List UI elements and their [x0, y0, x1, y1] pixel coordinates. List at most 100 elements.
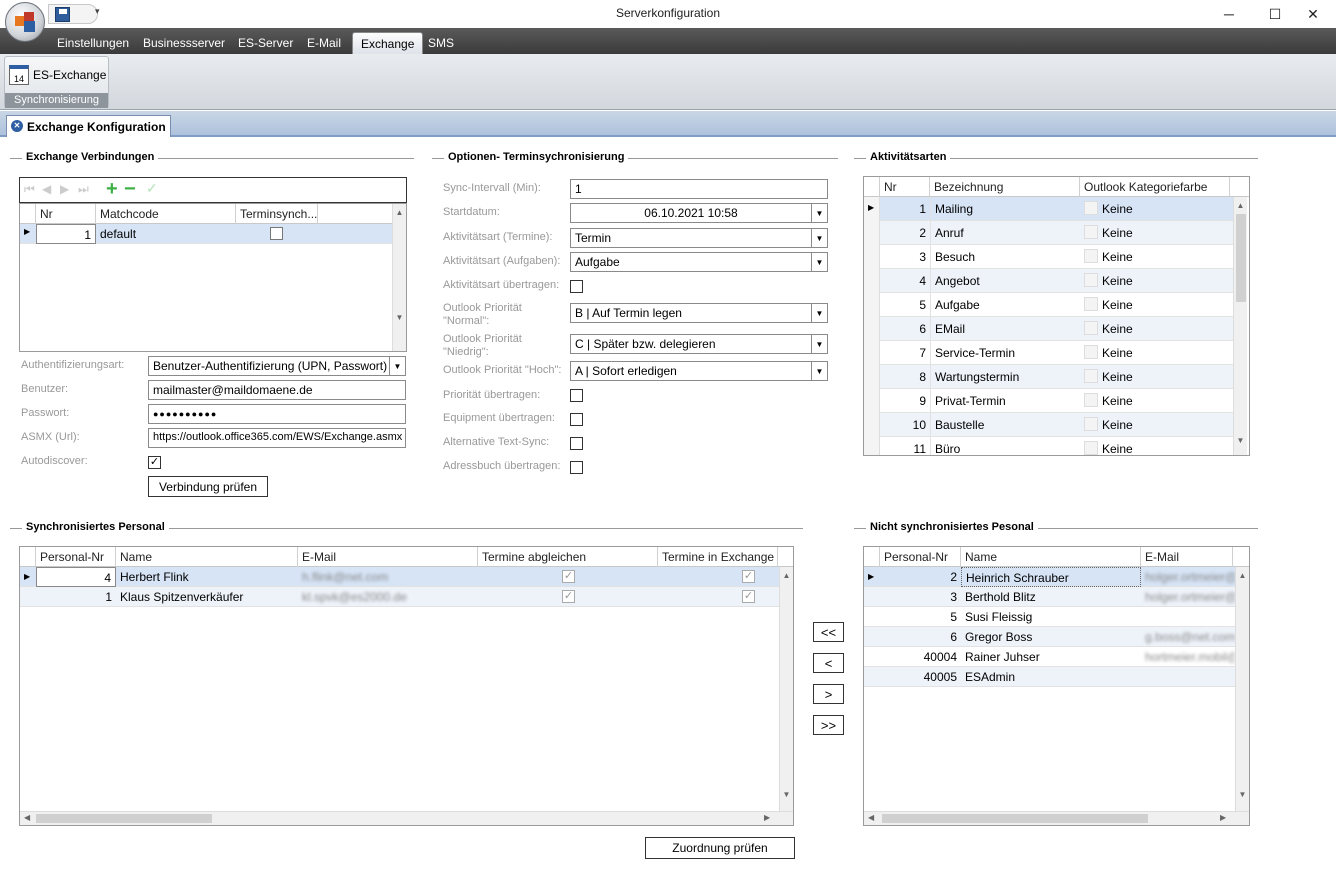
minimize-button[interactable]: ─	[1206, 0, 1252, 28]
verbindung-pruefen-button[interactable]: Verbindung prüfen	[148, 476, 268, 497]
col-personal-nr[interactable]: Personal-Nr	[36, 547, 116, 567]
cell-name[interactable]: Heinrich Schrauber	[961, 567, 1141, 587]
scroll-right-icon[interactable]: ▶	[764, 813, 770, 822]
equipment-checkbox[interactable]	[570, 413, 583, 426]
cell-kategoriefarbe[interactable]: Keine	[1098, 293, 1218, 317]
cell-email[interactable]: kl.spvk@es2000.de	[298, 587, 478, 607]
col-email[interactable]: E-Mail	[298, 547, 478, 567]
color-swatch[interactable]	[1084, 297, 1098, 311]
cell-kategoriefarbe[interactable]: Keine	[1098, 197, 1218, 221]
cell-email[interactable]: holger.ortmeier@e	[1141, 587, 1235, 607]
horizontal-scrollbar[interactable]: ◀ ▶	[20, 811, 793, 825]
table-row[interactable]: 5 Aufgabe Keine	[864, 293, 1233, 317]
table-row[interactable]: ▶ 1 Mailing Keine	[864, 197, 1233, 221]
tab-businessserver[interactable]: Businessserver	[135, 32, 233, 54]
table-row[interactable]: 6 EMail Keine	[864, 317, 1233, 341]
prio-normal-select[interactable]: B | Auf Termin legen ▼	[570, 303, 828, 323]
cell-name[interactable]: Rainer Juhser	[961, 647, 1141, 667]
vertical-scrollbar[interactable]: ▲ ▼	[779, 567, 793, 811]
color-swatch[interactable]	[1084, 249, 1098, 263]
first-record-icon[interactable]: ⏮	[24, 182, 35, 197]
next-record-icon[interactable]: ▶	[60, 182, 69, 196]
chevron-down-icon[interactable]: ▼	[811, 204, 827, 222]
tab-e-mail[interactable]: E-Mail	[299, 32, 349, 54]
prio-niedrig-select[interactable]: C | Später bzw. delegieren ▼	[570, 334, 828, 354]
cell-personal-nr[interactable]: 4	[36, 567, 116, 587]
cell-nr[interactable]: 3	[880, 245, 930, 269]
cell-name[interactable]: ESAdmin	[961, 667, 1141, 687]
cell-personal-nr[interactable]: 2	[880, 567, 961, 587]
table-row[interactable]: 9 Privat-Termin Keine	[864, 389, 1233, 413]
cell-nr[interactable]: 11	[880, 437, 930, 455]
cell-bezeichnung[interactable]: Anruf	[930, 221, 1080, 245]
col-nr[interactable]: Nr	[880, 177, 930, 197]
cell-bezeichnung[interactable]: Mailing	[930, 197, 1080, 221]
add-record-icon[interactable]: +	[106, 178, 118, 201]
cell-loeschen-checkbox[interactable]: ✓	[742, 570, 755, 583]
cell-personal-nr[interactable]: 3	[880, 587, 961, 607]
cell-personal-nr[interactable]: 5	[880, 607, 961, 627]
cell-abgleichen-checkbox[interactable]: ✓	[562, 570, 575, 583]
confirm-record-icon[interactable]: ✓	[146, 180, 158, 197]
chevron-down-icon[interactable]: ▼	[811, 362, 827, 380]
cell-nr[interactable]: 8	[880, 365, 930, 389]
col-name[interactable]: Name	[116, 547, 298, 567]
move-all-left-button[interactable]: <<	[813, 622, 844, 642]
cell-kategoriefarbe[interactable]: Keine	[1098, 413, 1218, 437]
col-bezeichnung[interactable]: Bezeichnung	[930, 177, 1080, 197]
table-row[interactable]: 10 Baustelle Keine	[864, 413, 1233, 437]
application-menu-button[interactable]	[5, 2, 45, 42]
scroll-thumb[interactable]	[1235, 214, 1246, 302]
scroll-up-icon[interactable]: ▲	[1236, 571, 1249, 580]
cell-email[interactable]	[1141, 667, 1235, 687]
cell-matchcode[interactable]: default	[96, 224, 236, 244]
col-termine-abgleichen[interactable]: Termine abgleichen	[478, 547, 658, 567]
table-row[interactable]: ▶ 4 Herbert Flink h.flink@net.com ✓ ✓	[20, 567, 779, 587]
cell-bezeichnung[interactable]: Wartungstermin	[930, 365, 1080, 389]
move-all-right-button[interactable]: >>	[813, 715, 844, 735]
cell-nr[interactable]: 7	[880, 341, 930, 365]
sync-interval-input[interactable]: 1	[570, 179, 828, 199]
prio-uebertragen-checkbox[interactable]	[570, 389, 583, 402]
cell-loeschen-checkbox[interactable]: ✓	[742, 590, 755, 603]
adressbuch-checkbox[interactable]	[570, 461, 583, 474]
delete-record-icon[interactable]: −	[124, 178, 136, 201]
vertical-scrollbar[interactable]: ▲ ▼	[1235, 567, 1249, 811]
scroll-down-icon[interactable]: ▼	[780, 790, 793, 799]
cell-name[interactable]: Susi Fleissig	[961, 607, 1141, 627]
tab-es-server[interactable]: ES-Server	[230, 32, 301, 54]
es-exchange-button[interactable]: 14 ES-Exchange	[9, 61, 107, 89]
chevron-down-icon[interactable]: ▼	[811, 304, 827, 322]
akt-termine-select[interactable]: Termin ▼	[570, 228, 828, 248]
cell-personal-nr[interactable]: 6	[880, 627, 961, 647]
password-input[interactable]: ●●●●●●●●●●	[148, 404, 406, 424]
table-row[interactable]: 8 Wartungstermin Keine	[864, 365, 1233, 389]
cell-kategoriefarbe[interactable]: Keine	[1098, 221, 1218, 245]
tab-exchange[interactable]: Exchange	[352, 32, 424, 54]
tab-einstellungen[interactable]: Einstellungen	[49, 32, 137, 54]
asmx-input[interactable]: https://outlook.office365.com/EWS/Exchan…	[148, 428, 406, 448]
cell-email[interactable]: g.boss@net.com	[1141, 627, 1235, 647]
col-email[interactable]: E-Mail	[1141, 547, 1233, 567]
scroll-up-icon[interactable]: ▲	[1234, 201, 1247, 210]
akt-uebertragen-checkbox[interactable]	[570, 280, 583, 293]
tab-sms[interactable]: SMS	[420, 32, 462, 54]
chevron-down-icon[interactable]: ▼	[811, 253, 827, 271]
cell-nr[interactable]: 1	[36, 224, 96, 244]
cell-kategoriefarbe[interactable]: Keine	[1098, 269, 1218, 293]
cell-bezeichnung[interactable]: Besuch	[930, 245, 1080, 269]
user-input[interactable]: mailmaster@maildomaene.de	[148, 380, 406, 400]
table-row[interactable]: 40005 ESAdmin	[864, 667, 1235, 687]
cell-bezeichnung[interactable]: Aufgabe	[930, 293, 1080, 317]
scroll-down-icon[interactable]: ▼	[1234, 436, 1247, 445]
color-swatch[interactable]	[1084, 345, 1098, 359]
cell-bezeichnung[interactable]: Service-Termin	[930, 341, 1080, 365]
zuordnung-pruefen-button[interactable]: Zuordnung prüfen	[645, 837, 795, 859]
chevron-down-icon[interactable]: ▼	[811, 335, 827, 353]
color-swatch[interactable]	[1084, 417, 1098, 431]
table-row[interactable]: 40004 Rainer Juhser hortmeier.mobil@	[864, 647, 1235, 667]
cell-personal-nr[interactable]: 40004	[880, 647, 961, 667]
cell-name[interactable]: Herbert Flink	[116, 567, 298, 587]
cell-abgleichen-checkbox[interactable]: ✓	[562, 590, 575, 603]
col-termine-loeschen[interactable]: Termine in Exchange lö	[658, 547, 778, 567]
